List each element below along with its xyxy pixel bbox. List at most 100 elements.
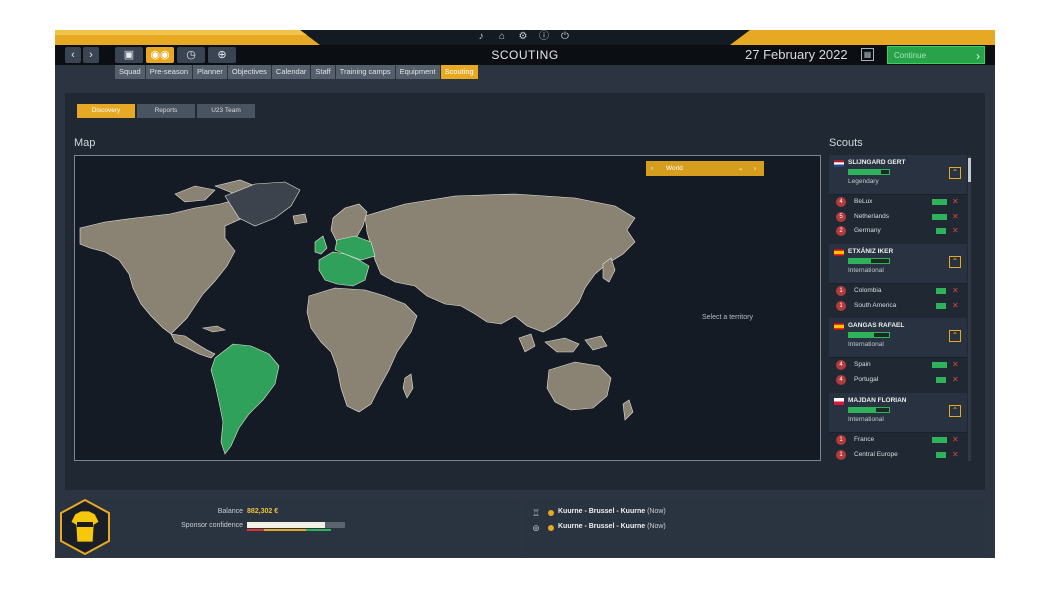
stopwatch-icon: ◷ [186,49,196,61]
calendar-icon[interactable]: ▦ [861,48,874,61]
report-count: 1 [836,449,846,460]
remove-icon[interactable]: ✕ [952,211,959,223]
region-value: World [666,165,683,172]
sponsor-confidence-fill [247,522,326,528]
assignment-row: 2 Germany ✕ [829,224,967,240]
scout-rank: International [848,415,884,423]
remove-icon[interactable]: ✕ [952,225,959,237]
chevron-down-icon[interactable]: ⌄ [738,161,743,176]
tab-reports[interactable]: Reports [137,104,195,118]
current-date: 27 February 2022 [745,47,848,62]
scout-skill-bar [848,406,890,413]
report-count: 1 [836,300,846,311]
world-map-graphic[interactable] [75,156,820,460]
timer-button[interactable]: ◷ [177,47,205,63]
world-button[interactable]: ⊕ [208,47,236,63]
poland-flag-icon [834,397,844,405]
upgrade-button[interactable]: ⌃ [949,330,961,343]
briefcase-icon: ▣ [123,49,135,61]
gear-icon[interactable]: ⚙ [517,31,529,43]
assignment-level [932,436,947,443]
team-jersey-icon[interactable] [59,498,111,556]
report-count: 2 [836,226,846,237]
scout-skill-bar [848,258,890,265]
scouts-scroll-thumb[interactable] [968,158,971,182]
netherlands-flag-icon [834,160,844,167]
scout-name: SLIJNGARD GERT [848,159,906,166]
skill-fill [849,259,871,264]
skill-fill [849,170,881,174]
scouting-nav-button[interactable]: ◉◉ [146,47,174,63]
report-count: 4 [836,360,846,371]
remove-icon[interactable]: ✕ [952,359,959,371]
race-status-dot [548,525,554,531]
assignment-row: 4 BeLux ✕ [829,195,967,210]
sponsor-confidence-bar [247,522,345,528]
territory-north-america [79,199,251,335]
nav-bar: ‹ › ▣ ◉◉ ◷ ⊕ SCOUTING 27 February 2022 ▦… [55,45,995,65]
map-hint: Select a territory [702,314,753,321]
riders-icon: ◉◉ [150,49,170,61]
home-icon[interactable]: ⌂ [496,31,508,43]
race-title: Kuurne - Brussel - Kuurne [558,523,646,530]
tab-staff[interactable]: Staff [311,65,335,79]
assignment-level [932,199,947,205]
tab-calendar[interactable]: Calendar [271,65,311,79]
tab-discovery[interactable]: Discovery [77,104,135,118]
info-icon[interactable]: ⓘ [538,31,550,43]
race-panel: ♖ Kuurne - Brussel - Kuurne (Now) ⊛ Kuur… [525,500,985,554]
tab-objectives[interactable]: Objectives [227,65,271,79]
assignment-level [936,302,946,309]
race-name: Kuurne - Brussel - Kuurne (Now) [558,523,666,530]
section-tabs: Squad Pre-season Planner Objectives Cale… [115,65,478,79]
tab-training-camps[interactable]: Training camps [335,65,395,79]
remove-icon[interactable]: ✕ [952,300,959,312]
assignment-level [936,451,946,458]
upgrade-button[interactable]: ⌃ [949,404,961,417]
chevron-right-icon[interactable]: › [754,161,756,176]
remove-icon[interactable]: ✕ [952,196,959,208]
territory-southeast-asia [518,333,608,353]
assignment-region: Central Europe [854,450,898,458]
world-map[interactable]: ‹ World ⌄ › Select a territory [74,155,821,461]
tab-squad[interactable]: Squad [115,65,145,79]
remove-icon[interactable]: ✕ [952,374,959,386]
power-icon[interactable]: ⏻ [559,31,571,43]
assignment-row: 1 Central Europe ✕ [829,447,967,461]
bell-icon[interactable]: ♪ [475,31,487,43]
upgrade-button[interactable]: ⌃ [949,167,961,179]
team-management-button[interactable]: ▣ [115,47,143,63]
race-title: Kuurne - Brussel - Kuurne [558,508,646,515]
assignment-row: 4 Portugal ✕ [829,373,967,388]
tab-scouting[interactable]: Scouting [440,65,478,79]
remove-icon[interactable]: ✕ [952,285,959,297]
assignment-region: Portugal [854,376,879,384]
tab-pre-season[interactable]: Pre-season [145,65,193,79]
forward-button[interactable]: › [83,47,99,63]
scout-card[interactable]: MAJDAN FLORIAN International ⌃ [829,392,967,433]
report-count: 1 [836,434,846,445]
scouts-scrollbar[interactable] [968,156,971,461]
region-dropdown[interactable]: ‹ World ⌄ › [646,161,764,176]
race-status: (Now) [647,523,666,530]
continue-button[interactable]: Continue › [887,46,985,64]
scout-card[interactable]: SLIJNGARD GERT Legendary ⌃ [829,155,967,195]
tab-u23-team[interactable]: U23 Team [197,104,255,118]
remove-icon[interactable]: ✕ [952,449,959,461]
finance-panel: Balance 882,302 € Sponsor confidence [65,500,519,554]
top-icons: ♪ ⌂ ⚙ ⓘ ⏻ [475,31,571,43]
assignment-region: BeLux [854,198,873,205]
assignment-row: 1 South America ✕ [829,298,967,314]
scout-card[interactable]: ETXÁNIZ IKER International ⌃ [829,244,967,285]
top-bar: ♪ ⌂ ⚙ ⓘ ⏻ [55,30,995,45]
back-button[interactable]: ‹ [65,47,81,63]
chevron-left-icon[interactable]: ‹ [651,161,653,176]
scout-skill-bar [848,169,890,175]
tab-planner[interactable]: Planner [193,65,227,79]
upgrade-button[interactable]: ⌃ [949,256,961,269]
tab-equipment[interactable]: Equipment [395,65,440,79]
scout-card[interactable]: GANGAS RAFAEL International ⌃ [829,318,967,359]
remove-icon[interactable]: ✕ [952,434,959,446]
territory-madagascar [402,373,414,399]
scouts-list: SLIJNGARD GERT Legendary ⌃ 4 BeLux ✕ 5 N… [829,155,967,461]
